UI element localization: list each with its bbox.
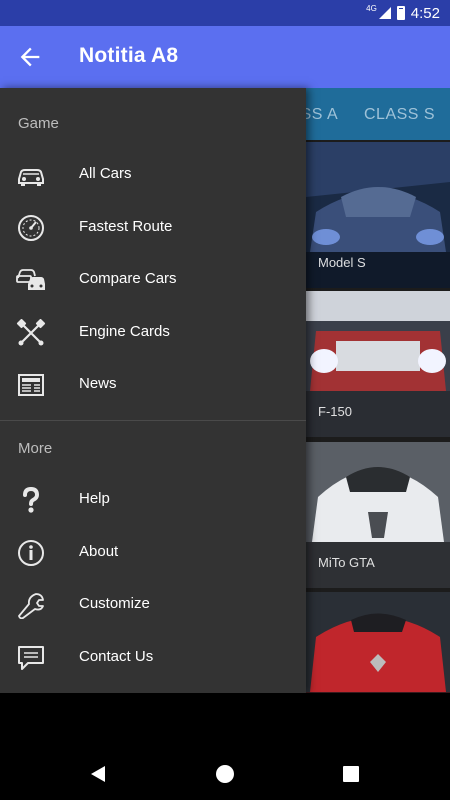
newspaper-icon <box>16 371 46 399</box>
drawer-item-fastest-route[interactable]: Fastest Route <box>0 202 306 254</box>
car-name: F-150 <box>318 404 352 419</box>
car-name: MiTo GTA <box>318 555 375 570</box>
chat-bubble-icon <box>16 644 46 672</box>
car-image <box>306 592 450 693</box>
drawer-item-engine-cards[interactable]: Engine Cards <box>0 307 306 359</box>
car-card[interactable]: MiTo GTA <box>306 442 450 588</box>
two-cars-icon <box>16 266 46 294</box>
info-icon <box>16 539 46 567</box>
section-divider <box>0 420 306 421</box>
crossed-pistons-icon <box>16 318 46 347</box>
wrench-icon <box>16 591 46 620</box>
tab-class-s[interactable]: CLASS S <box>364 106 435 124</box>
system-indicators: 4G 4:52 <box>366 0 450 26</box>
section-header-game: Game <box>18 115 59 132</box>
app-title: Notitia A8 <box>79 44 179 67</box>
system-navigation-bar <box>0 748 450 800</box>
clock: 4:52 <box>410 4 440 22</box>
drawer-item-news[interactable]: News <box>0 359 306 411</box>
network-type: 4G <box>366 3 377 13</box>
drawer-item-about[interactable]: About <box>0 527 306 579</box>
navigation-drawer: Game All Cars Fastest Route Compare Cars… <box>0 88 306 693</box>
app-bar: Notitia A8 <box>0 26 450 88</box>
drawer-item-label: About <box>79 543 119 560</box>
car-icon <box>16 161 46 189</box>
triangle-back-icon[interactable] <box>86 762 110 786</box>
drawer-item-help[interactable]: Help <box>0 474 306 526</box>
drawer-item-label: Engine Cards <box>79 323 170 340</box>
drawer-item-label: News <box>79 375 117 392</box>
speedometer-icon <box>16 214 46 242</box>
drawer-item-label: All Cars <box>79 165 132 182</box>
drawer-item-all-cars[interactable]: All Cars <box>0 149 306 201</box>
drawer-item-contact-us[interactable]: Contact Us <box>0 632 306 684</box>
drawer-item-label: Contact Us <box>79 648 154 665</box>
status-bar: 4G 4:52 <box>0 0 450 26</box>
drawer-item-label: Compare Cars <box>79 270 177 287</box>
arrow-left-icon[interactable] <box>16 43 44 71</box>
drawer-item-label: Help <box>79 490 110 507</box>
question-mark-icon <box>16 486 46 514</box>
circle-home-icon[interactable] <box>213 762 237 786</box>
car-card[interactable] <box>306 592 450 693</box>
drawer-item-label: Fastest Route <box>79 218 173 235</box>
signal-icon <box>378 7 391 19</box>
section-header-more: More <box>18 440 53 457</box>
car-card[interactable]: Model S <box>306 142 450 288</box>
car-card[interactable]: F-150 <box>306 291 450 437</box>
drawer-item-compare-cars[interactable]: Compare Cars <box>0 254 306 306</box>
car-name: Model S <box>318 255 366 270</box>
square-recents-icon[interactable] <box>339 762 363 786</box>
battery-icon <box>396 6 405 20</box>
drawer-item-customize[interactable]: Customize <box>0 579 306 631</box>
drawer-item-label: Customize <box>79 595 150 612</box>
